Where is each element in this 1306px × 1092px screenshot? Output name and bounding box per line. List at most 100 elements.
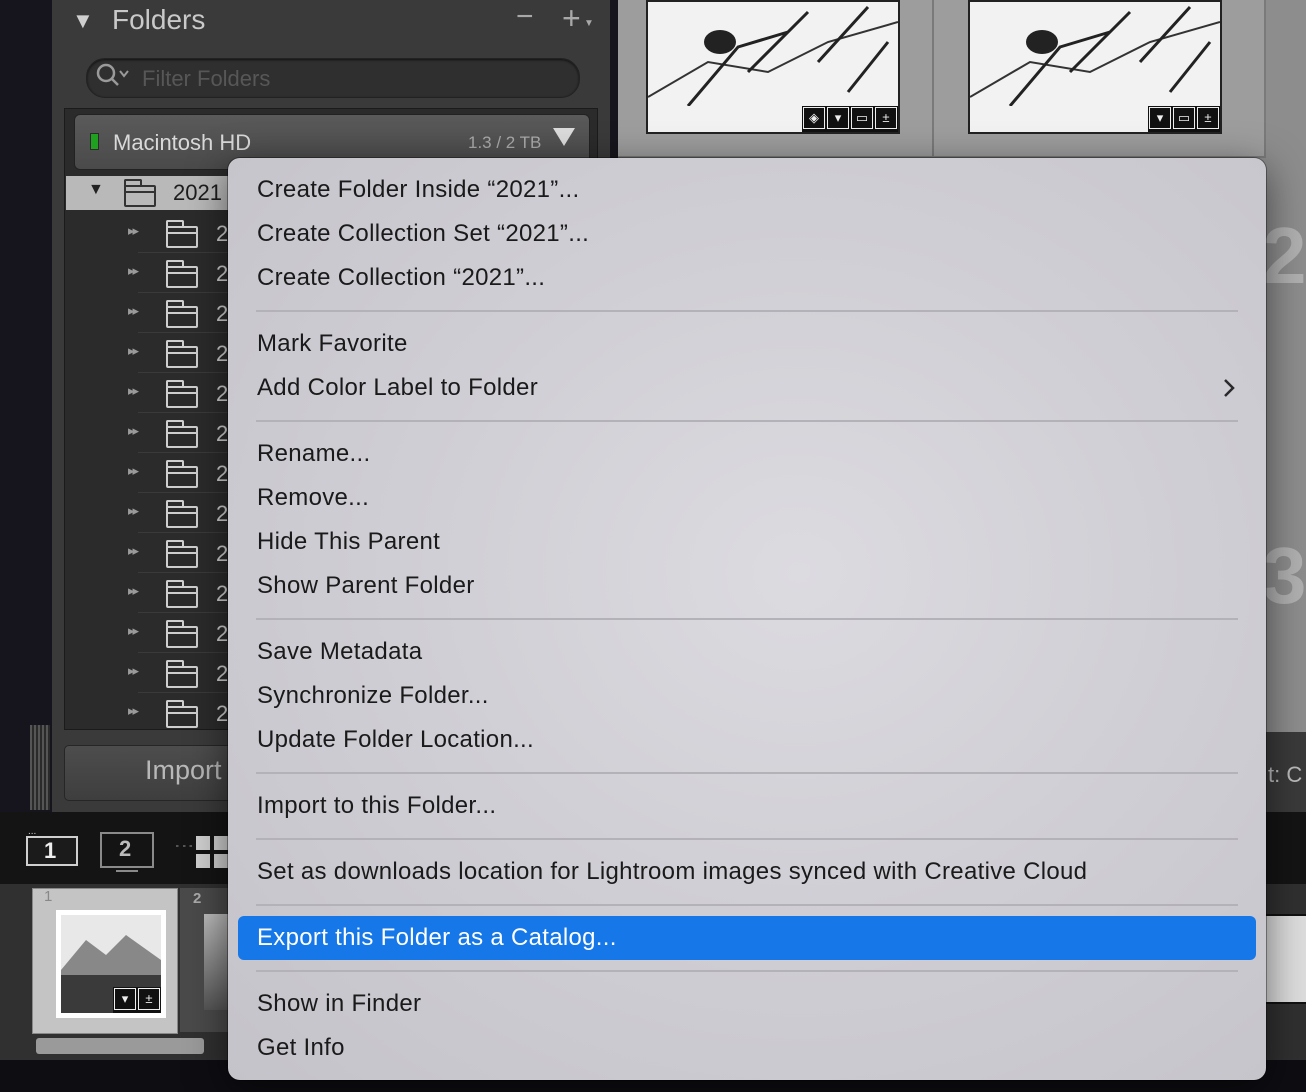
panel-title: Folders bbox=[112, 4, 206, 35]
keyword-icon: ◈ bbox=[803, 107, 825, 129]
develop-adjust-icon: ± bbox=[138, 988, 160, 1010]
subfolder-name: 2 bbox=[216, 261, 229, 286]
subfolder-name: 2 bbox=[216, 661, 229, 686]
disclosure-triangle-icon[interactable]: ▸▸ bbox=[128, 383, 139, 399]
add-folder-button[interactable]: + bbox=[562, 0, 581, 37]
folder-icon bbox=[166, 300, 198, 328]
subfolder-name: 2 bbox=[216, 501, 229, 526]
subfolder-row[interactable]: ▸▸ 2 bbox=[66, 213, 236, 253]
display-underline bbox=[116, 870, 138, 872]
subfolder-row[interactable]: ▸▸ 2 bbox=[66, 293, 236, 333]
menu-separator bbox=[256, 618, 1238, 620]
subfolder-row[interactable]: ▸▸ 2 bbox=[66, 453, 236, 493]
menu-separator bbox=[256, 838, 1238, 840]
folder-icon bbox=[166, 540, 198, 568]
toolbar-divider: ⋮ bbox=[173, 836, 195, 850]
volume-size: 1.3 / 2 TB bbox=[468, 133, 542, 152]
menu-item-create-collection[interactable]: Create Collection “2021”... bbox=[257, 264, 545, 292]
grid-cell-number: 2 bbox=[1262, 211, 1306, 300]
volume-menu-triangle-icon[interactable] bbox=[553, 128, 575, 146]
subfolder-row[interactable]: ▸▸ 2 bbox=[66, 693, 236, 733]
menu-item-set-downloads-location[interactable]: Set as downloads location for Lightroom … bbox=[257, 858, 1087, 886]
row-divider bbox=[138, 732, 236, 733]
disclosure-triangle-icon[interactable]: ▸▸ bbox=[128, 263, 139, 279]
menu-item-create-collection-set[interactable]: Create Collection Set “2021”... bbox=[257, 220, 589, 248]
subfolder-row[interactable]: ▸▸ 2 bbox=[66, 653, 236, 693]
filmstrip-scrollbar[interactable] bbox=[36, 1038, 204, 1054]
disclosure-triangle-icon[interactable]: ▸▸ bbox=[128, 303, 139, 319]
comment-icon: ▾ bbox=[827, 107, 849, 129]
volume-name: Macintosh HD bbox=[113, 130, 252, 155]
import-label: Import bbox=[145, 755, 222, 785]
subfolder-row[interactable]: ▸▸ 2 bbox=[66, 253, 236, 293]
menu-item-synchronize-folder[interactable]: Synchronize Folder... bbox=[257, 682, 489, 710]
subfolder-row[interactable]: ▸▸ 2 bbox=[66, 493, 236, 533]
subfolder-row[interactable]: ▸▸ 2 bbox=[66, 413, 236, 453]
crop-icon: ▭ bbox=[851, 107, 873, 129]
menu-item-create-folder-inside[interactable]: Create Folder Inside “2021”... bbox=[257, 176, 580, 204]
subfolder-name: 2 bbox=[216, 621, 229, 646]
comment-icon: ▾ bbox=[1149, 107, 1171, 129]
menu-item-get-info[interactable]: Get Info bbox=[257, 1034, 345, 1062]
collapse-triangle-icon[interactable]: ▼ bbox=[72, 8, 94, 34]
panel-resize-handle[interactable] bbox=[30, 725, 50, 810]
subfolder-name: 2 bbox=[216, 581, 229, 606]
folder-icon bbox=[166, 340, 198, 368]
search-icon[interactable] bbox=[96, 62, 134, 95]
menu-item-mark-favorite[interactable]: Mark Favorite bbox=[257, 330, 408, 358]
photo-thumbnail[interactable]: ▾ ▭ ± bbox=[968, 0, 1222, 134]
menu-item-remove[interactable]: Remove... bbox=[257, 484, 369, 512]
photo-thumbnail[interactable]: ◈ ▾ ▭ ± bbox=[646, 0, 900, 134]
menu-separator bbox=[256, 904, 1238, 906]
filter-folders-input[interactable] bbox=[140, 64, 564, 94]
subfolder-row[interactable]: ▸▸ 2 bbox=[66, 333, 236, 373]
folder-icon bbox=[166, 660, 198, 688]
menu-separator bbox=[256, 420, 1238, 422]
disclosure-triangle-icon[interactable]: ▸▸ bbox=[128, 623, 139, 639]
disclosure-triangle-icon[interactable]: ▸▸ bbox=[128, 663, 139, 679]
subfolder-row[interactable]: ▸▸ 2 bbox=[66, 573, 236, 613]
menu-separator bbox=[256, 970, 1238, 972]
folder-icon bbox=[166, 380, 198, 408]
subfolder-name: 2 bbox=[216, 701, 229, 726]
subfolder-row[interactable]: ▸▸ 2 bbox=[66, 373, 236, 413]
folder-icon bbox=[166, 220, 198, 248]
folder-name: 2021 bbox=[173, 180, 222, 205]
subfolder-name: 2 bbox=[216, 341, 229, 366]
menu-item-export-folder-as-catalog[interactable]: Export this Folder as a Catalog... bbox=[257, 924, 617, 952]
menu-separator bbox=[256, 772, 1238, 774]
subfolder-row[interactable]: ▸▸ 2 bbox=[66, 613, 236, 653]
filmstrip-thumbnail[interactable]: ▾ ± bbox=[56, 910, 166, 1018]
subfolder-name: 2 bbox=[216, 221, 229, 246]
remove-folder-button[interactable]: − bbox=[516, 0, 534, 34]
expand-triangle-icon[interactable]: ▼ bbox=[88, 181, 104, 199]
disclosure-triangle-icon[interactable]: ▸▸ bbox=[128, 343, 139, 359]
disclosure-triangle-icon[interactable]: ▸▸ bbox=[128, 543, 139, 559]
disclosure-triangle-icon[interactable]: ▸▸ bbox=[128, 223, 139, 239]
chevron-down-icon: ▼ bbox=[584, 18, 594, 29]
menu-item-import-to-folder[interactable]: Import to this Folder... bbox=[257, 792, 496, 820]
folder-icon bbox=[166, 700, 198, 728]
disclosure-triangle-icon[interactable]: ▸▸ bbox=[128, 503, 139, 519]
menu-item-hide-this-parent[interactable]: Hide This Parent bbox=[257, 528, 440, 556]
folder-icon bbox=[166, 260, 198, 288]
menu-item-add-color-label[interactable]: Add Color Label to Folder bbox=[257, 374, 538, 402]
subfolder-row[interactable]: ▸▸ 2 bbox=[66, 533, 236, 573]
disclosure-triangle-icon[interactable]: ▸▸ bbox=[128, 583, 139, 599]
filmstrip-thumbnail[interactable] bbox=[1262, 914, 1306, 1004]
menu-item-update-folder-location[interactable]: Update Folder Location... bbox=[257, 726, 534, 754]
subfolder-name: 2 bbox=[216, 541, 229, 566]
disclosure-triangle-icon[interactable]: ▸▸ bbox=[128, 463, 139, 479]
grid-view-icon[interactable] bbox=[196, 836, 228, 868]
disclosure-triangle-icon[interactable]: ▸▸ bbox=[128, 703, 139, 719]
subfolder-name: 2 bbox=[216, 381, 229, 406]
chevron-right-icon bbox=[1222, 376, 1236, 407]
subfolder-name: 2 bbox=[216, 461, 229, 486]
menu-item-show-parent-folder[interactable]: Show Parent Folder bbox=[257, 572, 475, 600]
disclosure-triangle-icon[interactable]: ▸▸ bbox=[128, 423, 139, 439]
menu-item-save-metadata[interactable]: Save Metadata bbox=[257, 638, 422, 666]
secondary-display-label: 2 bbox=[119, 836, 132, 861]
subfolder-name: 2 bbox=[216, 421, 229, 446]
menu-item-rename[interactable]: Rename... bbox=[257, 440, 370, 468]
menu-item-show-in-finder[interactable]: Show in Finder bbox=[257, 990, 421, 1018]
